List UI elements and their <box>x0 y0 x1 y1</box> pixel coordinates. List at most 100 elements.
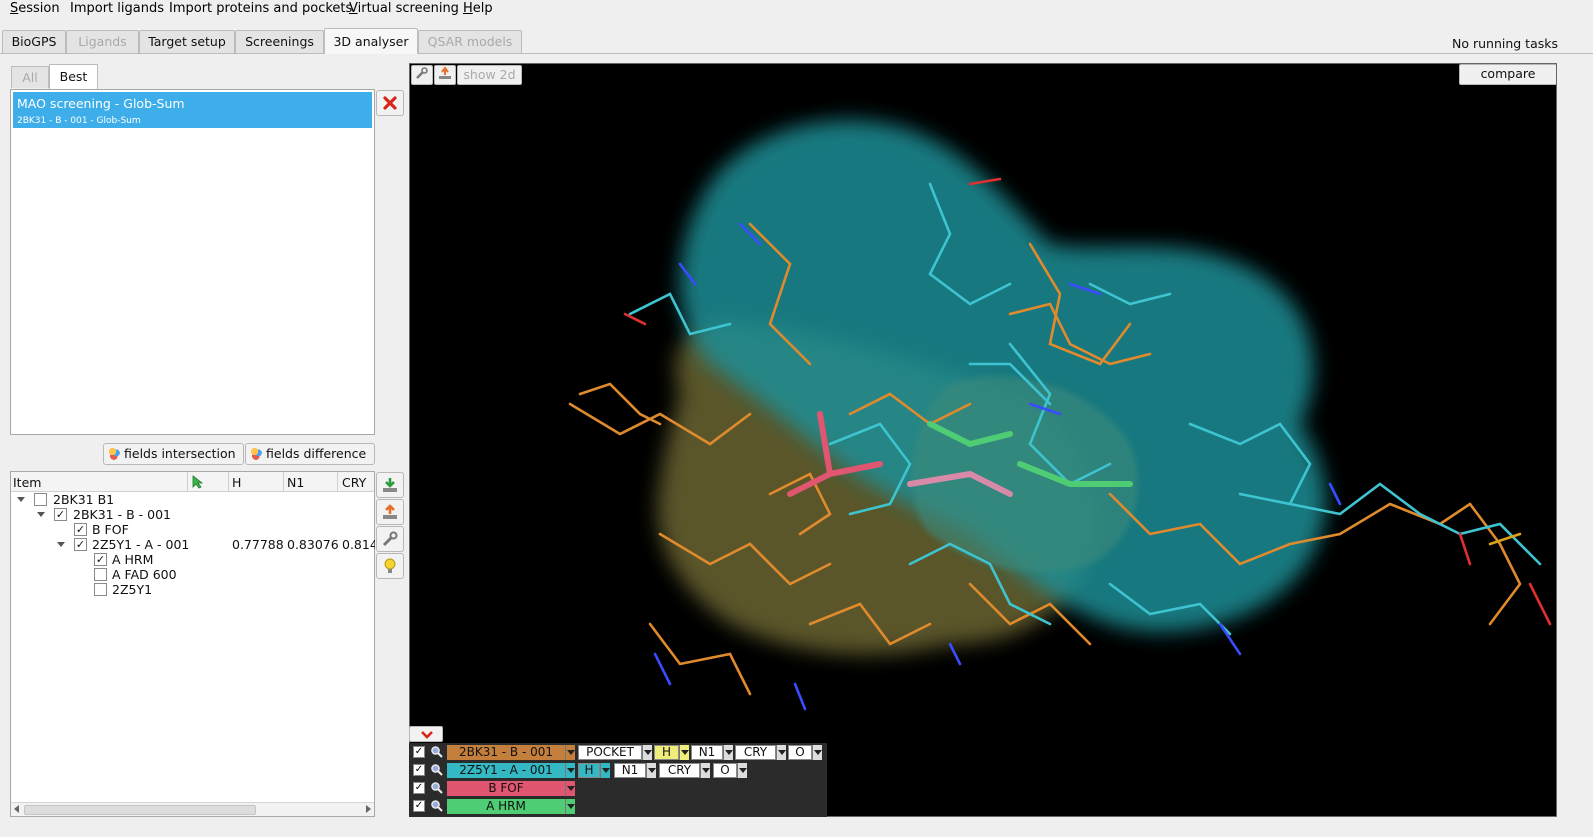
checkbox[interactable]: ✓ <box>94 553 107 566</box>
download-icon <box>383 478 397 492</box>
delete-button[interactable] <box>376 90 404 116</box>
dropdown-arrow-icon[interactable] <box>642 745 652 760</box>
molecular-surface-render[interactable] <box>410 64 1557 817</box>
value-n1: 0.83076 <box>287 537 339 552</box>
legend-row[interactable]: ✓ 2BK31 - B - 001 POCKET H N1 CRY O <box>409 744 827 761</box>
dropdown-arrow-icon[interactable] <box>737 763 747 778</box>
legend-checkbox[interactable]: ✓ <box>413 782 425 794</box>
collapse-legend-button[interactable] <box>409 726 443 742</box>
fields-difference-button[interactable]: fields difference <box>245 443 375 465</box>
tab-ligands: Ligands <box>66 30 139 53</box>
tree-row[interactable]: A FAD 600 <box>11 567 376 582</box>
magnifier-icon[interactable] <box>430 763 444 777</box>
legend-row[interactable]: ✓ 2Z5Y1 - A - 001 H N1 CRY O <box>409 762 827 779</box>
col-cry[interactable]: CRY <box>342 475 366 490</box>
dropdown-arrow-icon[interactable] <box>565 799 575 814</box>
field-toggle[interactable]: POCKET <box>578 745 642 760</box>
checkbox[interactable] <box>94 583 107 596</box>
scroll-right-icon[interactable] <box>366 805 371 813</box>
horizontal-scrollbar[interactable] <box>11 802 374 816</box>
result-title: MAO screening - Glob-Sum <box>17 96 185 111</box>
dropdown-arrow-icon[interactable] <box>565 781 575 796</box>
legend-checkbox[interactable]: ✓ <box>413 764 425 776</box>
expand-arrow-icon[interactable] <box>37 512 45 517</box>
legend-name[interactable]: A HRM <box>447 799 565 814</box>
dropdown-arrow-icon[interactable] <box>646 763 656 778</box>
menu-import-ligands[interactable]: Import ligands <box>70 1 164 16</box>
menu-session[interactable]: Session <box>10 1 60 16</box>
hint-button[interactable] <box>376 553 404 579</box>
legend-checkbox[interactable]: ✓ <box>413 746 425 758</box>
results-tree[interactable]: Item H N1 CRY 2BK31 B1 ✓ 2BK31 - B - 001… <box>10 471 375 817</box>
dropdown-arrow-icon[interactable] <box>700 763 710 778</box>
dropdown-arrow-icon[interactable] <box>679 745 689 760</box>
tree-row[interactable]: 2BK31 B1 <box>11 492 376 507</box>
menu-import-proteins[interactable]: Import proteins and pockets <box>169 1 352 16</box>
field-toggle[interactable]: N1 <box>614 763 646 778</box>
scrollbar-thumb[interactable] <box>24 805 256 815</box>
col-h[interactable]: H <box>232 475 241 490</box>
subtab-best[interactable]: Best <box>49 64 98 89</box>
tree-row[interactable]: ✓ 2Z5Y1 - A - 001 0.77788 0.83076 0.814 <box>11 537 376 552</box>
field-toggle[interactable]: O <box>713 763 737 778</box>
field-toggle[interactable]: O <box>788 745 812 760</box>
scroll-left-icon[interactable] <box>14 805 19 813</box>
tab-target-setup[interactable]: Target setup <box>139 30 235 53</box>
3d-viewer[interactable]: show 2d compare <box>409 63 1557 817</box>
legend-name[interactable]: 2Z5Y1 - A - 001 <box>447 763 565 778</box>
dropdown-arrow-icon[interactable] <box>812 745 822 760</box>
results-list[interactable]: MAO screening - Glob-Sum 2BK31 - B - 001… <box>10 89 375 435</box>
legend-row[interactable]: ✓ B FOF <box>409 780 827 797</box>
legend-name[interactable]: B FOF <box>447 781 565 796</box>
cursor-arrow-icon[interactable] <box>191 475 205 489</box>
checkbox[interactable] <box>34 493 47 506</box>
tab-qsar-models: QSAR models <box>418 30 522 53</box>
tree-row[interactable]: ✓ 2BK31 - B - 001 <box>11 507 376 522</box>
export-button[interactable] <box>376 472 404 498</box>
expand-arrow-icon[interactable] <box>57 542 65 547</box>
magnifier-icon[interactable] <box>430 799 444 813</box>
tools-button[interactable] <box>376 526 404 552</box>
tree-row[interactable]: ✓ A HRM <box>11 552 376 567</box>
menu-help[interactable]: Help <box>463 1 493 16</box>
dropdown-arrow-icon[interactable] <box>565 763 575 778</box>
list-item-selected[interactable]: MAO screening - Glob-Sum 2BK31 - B - 001… <box>13 92 372 128</box>
col-item[interactable]: Item <box>13 475 41 490</box>
magnifier-icon[interactable] <box>430 745 444 759</box>
field-toggle[interactable]: CRY <box>735 745 776 760</box>
field-toggle[interactable]: H <box>578 763 600 778</box>
fields-intersection-button[interactable]: fields intersection <box>103 443 244 465</box>
checkbox[interactable] <box>94 568 107 581</box>
magnifier-icon[interactable] <box>430 781 444 795</box>
legend-name[interactable]: 2BK31 - B - 001 <box>447 745 565 760</box>
menu-virtual-screening[interactable]: Virtual screening <box>349 1 459 16</box>
legend-checkbox[interactable]: ✓ <box>413 800 425 812</box>
compare-button[interactable]: compare <box>1459 64 1556 85</box>
subtab-all[interactable]: All <box>11 66 49 88</box>
load-button[interactable] <box>376 499 404 525</box>
checkbox[interactable]: ✓ <box>74 523 87 536</box>
dropdown-arrow-icon[interactable] <box>565 745 575 760</box>
dropdown-arrow-icon[interactable] <box>776 745 786 760</box>
checkbox[interactable]: ✓ <box>74 538 87 551</box>
field-toggle[interactable]: H <box>654 745 679 760</box>
upload-icon <box>439 66 451 79</box>
value-cry: 0.814 <box>342 537 375 552</box>
dropdown-arrow-icon[interactable] <box>723 745 733 760</box>
tab-biogps[interactable]: BioGPS <box>2 30 66 53</box>
tab-screenings[interactable]: Screenings <box>235 30 324 53</box>
expand-arrow-icon[interactable] <box>17 497 25 502</box>
settings-tool-button[interactable] <box>411 65 433 85</box>
dropdown-arrow-icon[interactable] <box>600 763 610 778</box>
field-toggle[interactable]: CRY <box>659 763 700 778</box>
col-n1[interactable]: N1 <box>287 475 304 490</box>
tree-row[interactable]: ✓ B FOF <box>11 522 376 537</box>
tab-3d-analyser[interactable]: 3D analyser <box>324 28 418 54</box>
wrench-icon <box>382 531 398 547</box>
legend-row[interactable]: ✓ A HRM <box>409 798 827 815</box>
checkbox[interactable]: ✓ <box>54 508 67 521</box>
field-toggle[interactable]: N1 <box>691 745 723 760</box>
load-tool-button[interactable] <box>434 65 456 85</box>
chevron-down-icon <box>421 731 433 739</box>
tree-row[interactable]: 2Z5Y1 <box>11 582 376 597</box>
